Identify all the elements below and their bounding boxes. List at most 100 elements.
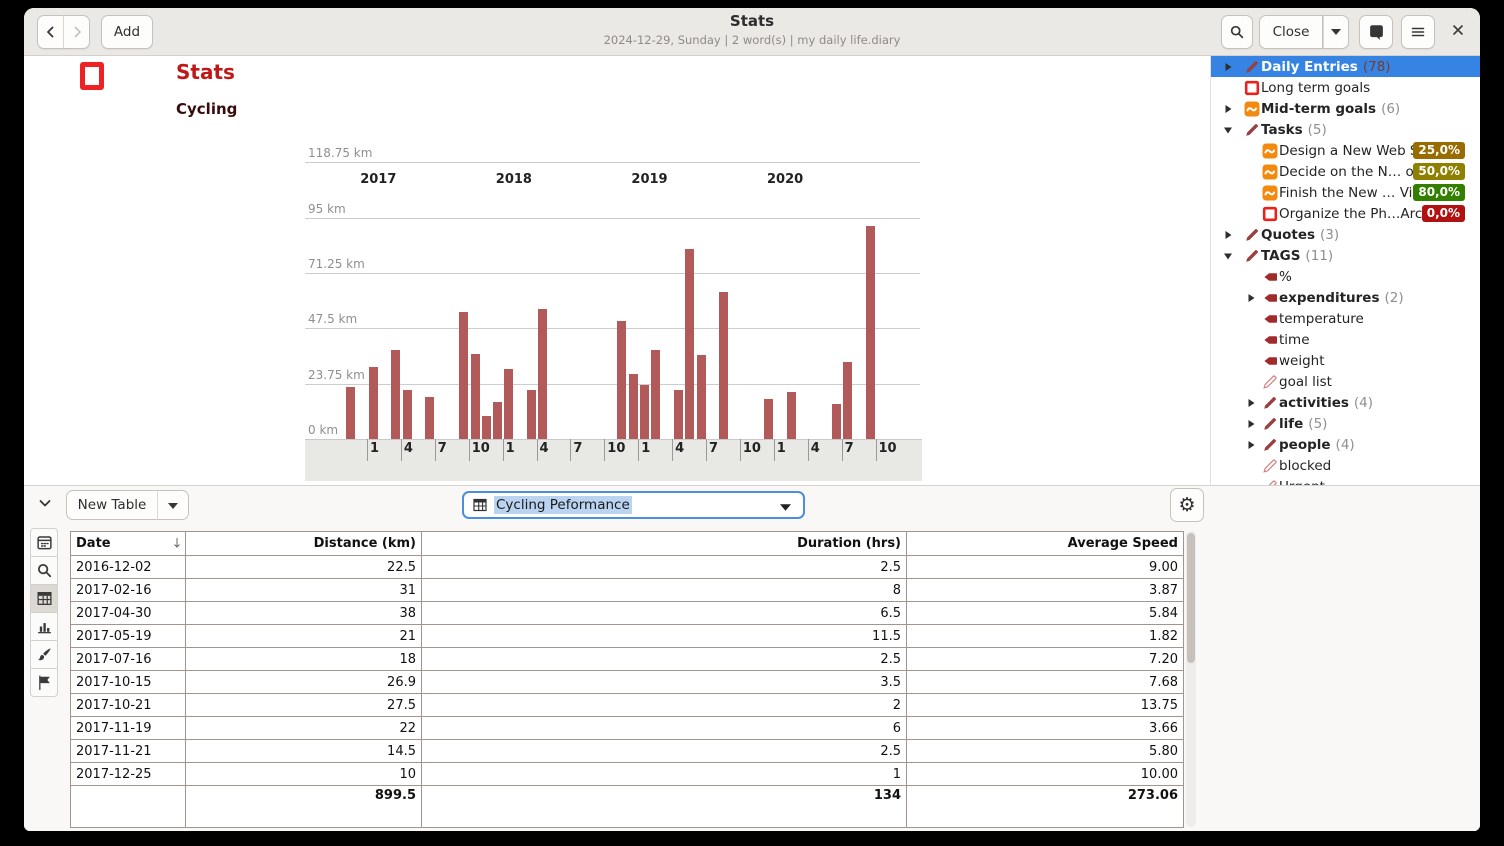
sidebar-item-tag-weight[interactable]: weight: [1211, 350, 1480, 371]
column-header-average-speed[interactable]: Average Speed: [907, 532, 1184, 556]
cell-date[interactable]: 2017-04-30: [71, 602, 186, 625]
expander-right-icon[interactable]: [1246, 293, 1256, 303]
cell-value[interactable]: 7.68: [907, 671, 1184, 694]
cell-date[interactable]: 2017-12-25: [71, 763, 186, 786]
sidebar-item-task-finish-video[interactable]: Finish the New … Video80,0%: [1211, 182, 1480, 203]
x-tick-mark: [570, 439, 571, 461]
cell-value[interactable]: 8: [422, 579, 907, 602]
cell-value[interactable]: 1.82: [907, 625, 1184, 648]
sidebar-item-tag-goal-list[interactable]: goal list: [1211, 371, 1480, 392]
pencil-icon: [1244, 227, 1260, 243]
cell-value[interactable]: 2.5: [422, 740, 907, 763]
column-header-date[interactable]: Date: [71, 532, 186, 556]
cell-date[interactable]: 2017-11-19: [71, 717, 186, 740]
editor-pane[interactable]: Stats Cycling 0 km23.75 km47.5 km71.25 k…: [24, 56, 1210, 485]
menu-button[interactable]: [1401, 15, 1435, 49]
sidebar-item-tag-percent[interactable]: %: [1211, 266, 1480, 287]
cell-date[interactable]: 2017-10-15: [71, 671, 186, 694]
sidebar-item-mid-term-goals[interactable]: Mid-term goals(6): [1211, 98, 1480, 119]
table-settings-button[interactable]: ⚙: [1170, 488, 1204, 522]
flag-tool-button[interactable]: [30, 668, 58, 697]
cell-value[interactable]: 14.5: [186, 740, 422, 763]
cell-value[interactable]: 18: [186, 648, 422, 671]
sidebar-item-label: people(4): [1279, 437, 1355, 453]
sidebar-item-tag-time[interactable]: time: [1211, 329, 1480, 350]
sidebar-item-tasks[interactable]: Tasks(5): [1211, 119, 1480, 140]
new-table-button[interactable]: New Table: [66, 490, 158, 520]
close-diary-button[interactable]: Close: [1259, 15, 1323, 49]
cell-value[interactable]: 21: [186, 625, 422, 648]
cell-value[interactable]: 27.5: [186, 694, 422, 717]
cell-value[interactable]: 5.84: [907, 602, 1184, 625]
table-selector-combo[interactable]: Cycling Peformance: [462, 491, 805, 519]
cell-value[interactable]: 38: [186, 602, 422, 625]
sidebar-item-tag-activities[interactable]: activities(4): [1211, 392, 1480, 413]
expander-right-icon[interactable]: [1223, 104, 1233, 114]
expander-right-icon[interactable]: [1223, 62, 1233, 72]
sidebar-item-daily-entries[interactable]: Daily Entries(78): [1211, 56, 1480, 77]
cell-value[interactable]: 22.5: [186, 556, 422, 579]
cell-date[interactable]: 2016-12-02: [71, 556, 186, 579]
cell-value[interactable]: 5.80: [907, 740, 1184, 763]
table-tool-button[interactable]: [30, 584, 58, 613]
expander-down-icon[interactable]: [1223, 125, 1233, 135]
cell-date[interactable]: 2017-02-16: [71, 579, 186, 602]
sidebar-item-tags[interactable]: TAGS(11): [1211, 245, 1480, 266]
sidebar-item-tag-temperature[interactable]: temperature: [1211, 308, 1480, 329]
expander-right-icon[interactable]: [1246, 440, 1256, 450]
expander-down-icon[interactable]: [1223, 251, 1233, 261]
cell-value[interactable]: 2.5: [422, 556, 907, 579]
column-header-duration-hrs[interactable]: Duration (hrs): [422, 532, 907, 556]
cell-value[interactable]: 7.20: [907, 648, 1184, 671]
cell-date[interactable]: 2017-11-21: [71, 740, 186, 763]
sidebar-item-tag-urgent[interactable]: Urgent: [1211, 476, 1480, 485]
back-button[interactable]: [37, 15, 64, 49]
calendar-tool-button[interactable]: [30, 528, 58, 557]
cell-value[interactable]: 3.87: [907, 579, 1184, 602]
expander-right-icon[interactable]: [1223, 230, 1233, 240]
cell-date[interactable]: 2017-05-19: [71, 625, 186, 648]
cell-value[interactable]: 9.00: [907, 556, 1184, 579]
sidebar-item-task-organize-archive[interactable]: Organize the Ph…Archive0,0%: [1211, 203, 1480, 224]
cell-value[interactable]: 6.5: [422, 602, 907, 625]
cell-value[interactable]: 26.9: [186, 671, 422, 694]
sidebar-item-long-term-goals[interactable]: Long term goals: [1211, 77, 1480, 98]
expander-right-icon[interactable]: [1246, 398, 1256, 408]
cell-value[interactable]: 31: [186, 579, 422, 602]
cell-date[interactable]: 2017-07-16: [71, 648, 186, 671]
cell-value[interactable]: 3.66: [907, 717, 1184, 740]
sidebar-item-task-design-web-site[interactable]: Design a New Web Site25,0%: [1211, 140, 1480, 161]
cell-value[interactable]: 1: [422, 763, 907, 786]
column-header-distance-km[interactable]: Distance (km): [186, 532, 422, 556]
expander-right-icon[interactable]: [1246, 419, 1256, 429]
close-options-dropdown[interactable]: [1323, 15, 1349, 49]
chart-tool-button[interactable]: [30, 612, 58, 641]
cell-value[interactable]: 22: [186, 717, 422, 740]
cell-value[interactable]: 2: [422, 694, 907, 717]
cell-value[interactable]: 10.00: [907, 763, 1184, 786]
cell-value[interactable]: 2.5: [422, 648, 907, 671]
scrollbar-thumb[interactable]: [1187, 533, 1195, 663]
sidebar-item-tag-expenditures[interactable]: expenditures(2): [1211, 287, 1480, 308]
sidebar-item-tag-people[interactable]: people(4): [1211, 434, 1480, 455]
add-button[interactable]: Add: [101, 15, 153, 49]
sidebar-item-tag-blocked[interactable]: blocked: [1211, 455, 1480, 476]
search-tool-button[interactable]: [30, 556, 58, 585]
cell-value[interactable]: 11.5: [422, 625, 907, 648]
cell-value[interactable]: 10: [186, 763, 422, 786]
cell-value[interactable]: 6: [422, 717, 907, 740]
new-table-dropdown[interactable]: [157, 490, 189, 520]
cell-value[interactable]: 13.75: [907, 694, 1184, 717]
search-button[interactable]: [1221, 15, 1253, 49]
sidebar-item-tag-life[interactable]: life(5): [1211, 413, 1480, 434]
forward-button[interactable]: [63, 15, 90, 49]
window-close-button[interactable]: [1444, 15, 1472, 49]
bookmarks-button[interactable]: [1359, 15, 1393, 49]
cell-value[interactable]: 3.5: [422, 671, 907, 694]
paint-tool-button[interactable]: [30, 640, 58, 669]
sidebar-item-task-decide-buy[interactable]: Decide on the N… o Buy50,0%: [1211, 161, 1480, 182]
collapse-panel-button[interactable]: [32, 492, 58, 518]
table-scrollbar[interactable]: [1186, 531, 1196, 827]
sidebar-item-quotes[interactable]: Quotes(3): [1211, 224, 1480, 245]
cell-date[interactable]: 2017-10-21: [71, 694, 186, 717]
